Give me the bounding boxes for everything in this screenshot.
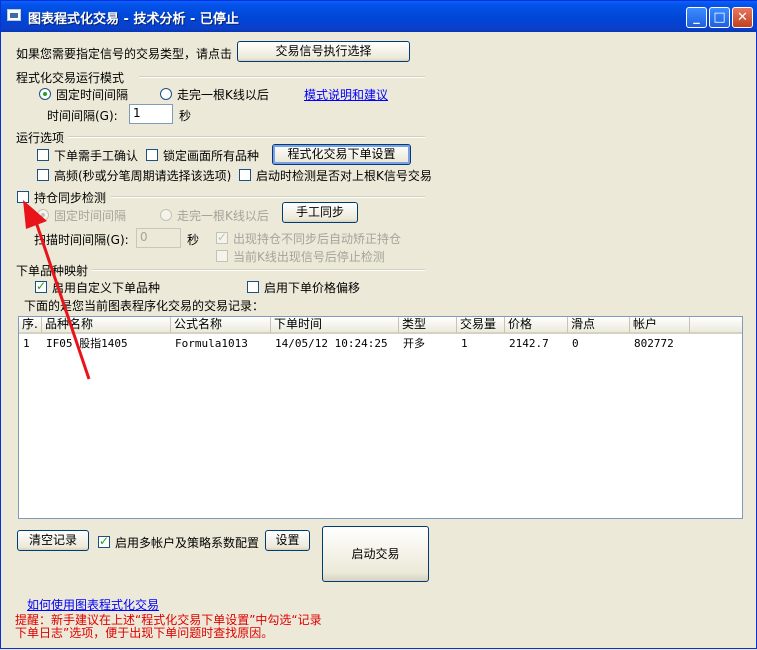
annotation-arrow (23, 200, 91, 380)
annotation-arrow-head (23, 200, 47, 229)
annotation-arrow-shaft (32, 215, 91, 380)
main-window: 图表程式化交易 - 技术分析 - 已停止 _ □ ✕ 如果您需要指定信号的交易类… (0, 0, 757, 649)
